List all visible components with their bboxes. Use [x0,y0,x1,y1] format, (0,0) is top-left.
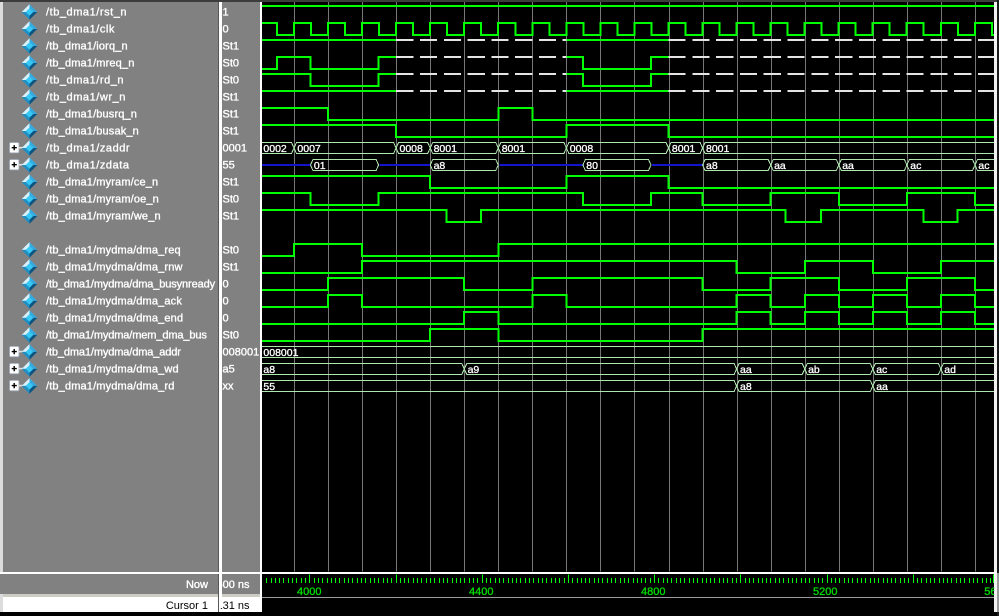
svg-text:8001: 8001 [502,143,526,155]
svg-text:0001: 0001 [223,143,247,155]
svg-text:/tb_dma1/mydma/dma_busynready: /tb_dma1/mydma/dma_busynready [46,279,216,291]
svg-text:/tb_dma1/rst_n: /tb_dma1/rst_n [46,7,127,19]
svg-text:a9: a9 [468,364,480,376]
svg-text:/tb_dma1/busak_n: /tb_dma1/busak_n [46,126,139,138]
svg-text:/tb_dma1/mydma/dma_addr: /tb_dma1/mydma/dma_addr [46,347,181,359]
svg-text:St0: St0 [223,194,240,206]
svg-text:ad: ad [944,364,956,376]
svg-text:55: 55 [223,160,235,172]
svg-text:ab: ab [808,364,820,376]
svg-text:5600 ns: 5600 ns [210,579,250,591]
svg-text:St1: St1 [223,211,240,223]
svg-text:aa: aa [876,381,888,393]
svg-text:St1: St1 [223,92,240,104]
svg-text:008001: 008001 [223,347,260,359]
svg-text:a8: a8 [740,381,752,393]
svg-text:ac: ac [876,364,887,376]
svg-text:/tb_dma1/wr_n: /tb_dma1/wr_n [46,92,126,104]
svg-text:ac: ac [978,160,989,172]
svg-text:0002: 0002 [263,143,287,155]
svg-text:St1: St1 [223,177,240,189]
svg-text:0: 0 [223,313,229,325]
svg-text:0007: 0007 [297,143,321,155]
svg-text:a8: a8 [434,160,446,172]
svg-text:5600: 5600 [984,586,999,598]
svg-text:/tb_dma1/rd_n: /tb_dma1/rd_n [46,75,124,87]
svg-text:St1: St1 [223,126,240,138]
svg-text:01: 01 [314,160,326,172]
svg-text:0008: 0008 [570,143,594,155]
svg-text:/tb_dma1/clk: /tb_dma1/clk [46,24,115,36]
svg-text:xx: xx [223,381,235,393]
svg-text:4400: 4400 [469,586,493,598]
svg-text:St0: St0 [223,330,240,342]
svg-text:/tb_dma1/zaddr: /tb_dma1/zaddr [46,143,130,155]
svg-text:St0: St0 [223,75,240,87]
svg-text:/tb_dma1/mydma/dma_wd: /tb_dma1/mydma/dma_wd [46,364,179,376]
svg-text:St0: St0 [223,245,240,257]
svg-text:Now: Now [186,579,208,591]
svg-text:/tb_dma1/myram/we_n: /tb_dma1/myram/we_n [46,211,161,223]
svg-text:St1: St1 [223,262,240,274]
svg-text:a5: a5 [223,364,235,376]
svg-text:008001: 008001 [263,347,298,359]
svg-text:0: 0 [223,279,229,291]
svg-text:ac: ac [910,160,921,172]
svg-text:4800: 4800 [641,586,665,598]
svg-text:Cursor 1: Cursor 1 [166,600,208,612]
svg-text:8001: 8001 [434,143,458,155]
svg-text:80: 80 [586,160,598,172]
svg-text:aa: aa [842,160,854,172]
svg-text:a8: a8 [706,160,718,172]
svg-text:St1: St1 [223,41,240,53]
svg-text:4131 ns: 4131 ns [210,600,250,612]
svg-text:/tb_dma1/myram/oe_n: /tb_dma1/myram/oe_n [46,194,159,206]
svg-text:aa: aa [774,160,786,172]
svg-text:1: 1 [223,7,229,19]
svg-text:0: 0 [223,296,229,308]
svg-text:/tb_dma1/busrq_n: /tb_dma1/busrq_n [46,109,137,121]
svg-text:St0: St0 [223,58,240,70]
svg-text:/tb_dma1/mydma/dma_rnw: /tb_dma1/mydma/dma_rnw [46,262,183,274]
svg-text:/tb_dma1/mydma/dma_end: /tb_dma1/mydma/dma_end [46,313,183,325]
svg-text:aa: aa [740,364,752,376]
svg-text:a8: a8 [263,364,275,376]
svg-text:0008: 0008 [400,143,424,155]
svg-text:/tb_dma1/mydma/mem_dma_bus: /tb_dma1/mydma/mem_dma_bus [46,330,207,342]
svg-text:/tb_dma1/zdata: /tb_dma1/zdata [46,160,130,172]
svg-text:5200: 5200 [813,586,837,598]
svg-text:/tb_dma1/mydma/dma_rd: /tb_dma1/mydma/dma_rd [46,381,174,393]
svg-text:8001: 8001 [672,143,696,155]
svg-text:/tb_dma1/iorq_n: /tb_dma1/iorq_n [46,41,128,53]
svg-text:/tb_dma1/mydma/dma_ack: /tb_dma1/mydma/dma_ack [46,296,182,308]
svg-text:8001: 8001 [706,143,730,155]
svg-text:/tb_dma1/mreq_n: /tb_dma1/mreq_n [46,58,134,70]
svg-text:St1: St1 [223,109,240,121]
svg-text:/tb_dma1/mydma/dma_req: /tb_dma1/mydma/dma_req [46,245,181,257]
svg-text:4000: 4000 [297,586,321,598]
svg-text:/tb_dma1/myram/ce_n: /tb_dma1/myram/ce_n [46,177,158,189]
svg-text:0: 0 [223,24,229,36]
svg-text:55: 55 [263,381,275,393]
